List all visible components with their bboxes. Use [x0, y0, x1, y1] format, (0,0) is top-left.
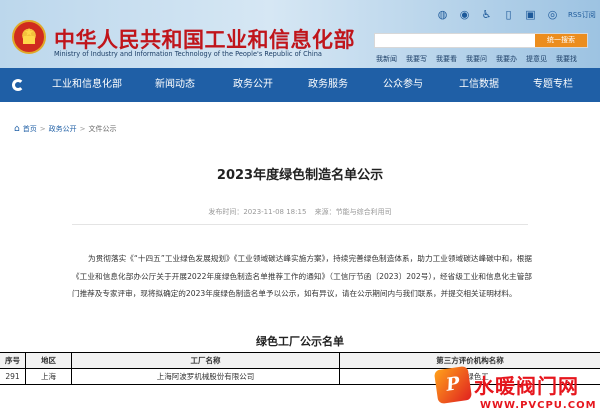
sound-icon[interactable]: ◎: [546, 8, 559, 21]
breadcrumb-separator: >: [79, 125, 86, 133]
nav-item-miit[interactable]: 工业和信息化部: [52, 68, 122, 102]
search-button[interactable]: 统一搜索: [535, 34, 587, 47]
home-icon: ⌂: [14, 124, 20, 134]
article-title: 2023年度绿色制造名单公示: [216, 168, 384, 183]
breadcrumb-separator: >: [39, 125, 46, 133]
article-body: 为贯彻落实《“十四五”工业绿色发展规划》《工业领域碳达峰实施方案》，持续完善绿色…: [72, 254, 532, 298]
table-cell: 291: [0, 369, 26, 384]
search-input[interactable]: [375, 34, 535, 47]
nav-item-data[interactable]: 工信数据: [459, 68, 499, 102]
watermark-text: 水暖阀门网: [474, 374, 579, 398]
table-header-cell: 地区: [26, 353, 72, 368]
quick-link-handle[interactable]: 我要办: [496, 54, 517, 64]
breadcrumb: ⌂ 首页 > 政务公开 > 文件公示: [14, 124, 116, 134]
nav-item-open-affairs[interactable]: 政务公开: [233, 68, 273, 102]
main-nav: 工业和信息化部 新闻动态 政务公开 政务服务 公众参与 工信数据 专题专栏: [0, 68, 600, 102]
nav-item-public[interactable]: 公众参与: [383, 68, 423, 102]
rss-link[interactable]: RSS订阅: [568, 10, 596, 20]
watermark-logo-icon: P: [433, 365, 473, 405]
site-header: ★ 中华人民共和国工业和信息化部 Ministry of Industry an…: [0, 0, 600, 68]
table-cell: 上海阿波罗机械股份有限公司: [72, 369, 340, 384]
miit-logo-icon[interactable]: [12, 79, 24, 91]
mobile-icon[interactable]: ▯: [502, 8, 515, 21]
quick-links: 我新闻 我要写 我要看 我要问 我要办 提意见 我要找: [376, 54, 586, 64]
quick-link-news[interactable]: 我新闻: [376, 54, 397, 64]
table-cell: 上海: [26, 369, 72, 384]
quick-link-find[interactable]: 我要找: [556, 54, 577, 64]
quick-link-ask[interactable]: 我要问: [466, 54, 487, 64]
table-header-cell: 序号: [0, 353, 26, 368]
table-title: 绿色工厂公示名单: [256, 335, 344, 348]
app-icon[interactable]: ▣: [524, 8, 537, 21]
watermark: P 水暖阀门网 WWW.PVCPU.COM: [430, 360, 600, 420]
table-header-cell: 工厂名称: [72, 353, 340, 368]
breadcrumb-current[interactable]: 文件公示: [88, 124, 116, 134]
nav-item-topics[interactable]: 专题专栏: [533, 68, 573, 102]
watermark-url: WWW.PVCPU.COM: [480, 400, 597, 411]
quick-link-view[interactable]: 我要看: [436, 54, 457, 64]
accessibility-icon[interactable]: ♿: [480, 8, 493, 21]
breadcrumb-open-affairs[interactable]: 政务公开: [49, 124, 77, 134]
wechat-icon[interactable]: ◍: [436, 8, 449, 21]
weibo-icon[interactable]: ◉: [458, 8, 471, 21]
breadcrumb-home[interactable]: 首页: [23, 124, 37, 134]
nav-item-news[interactable]: 新闻动态: [155, 68, 195, 102]
article-source: 来源：节能与综合利用司: [314, 208, 392, 216]
quick-link-write[interactable]: 我要写: [406, 54, 427, 64]
publish-time: 发布时间：2023-11-08 18:15: [208, 208, 307, 216]
site-title-en: Ministry of Industry and Information Tec…: [54, 50, 322, 58]
national-emblem-icon: ★: [12, 20, 46, 54]
nav-item-services[interactable]: 政务服务: [308, 68, 348, 102]
search-box: 统一搜索: [374, 33, 588, 48]
top-icon-bar: ◍ ◉ ♿ ▯ ▣ ◎ RSS订阅: [436, 8, 596, 21]
divider: [72, 224, 528, 225]
article-meta: 发布时间：2023-11-08 18:15 来源：节能与综合利用司: [0, 207, 600, 217]
quick-link-suggest[interactable]: 提意见: [526, 54, 547, 64]
